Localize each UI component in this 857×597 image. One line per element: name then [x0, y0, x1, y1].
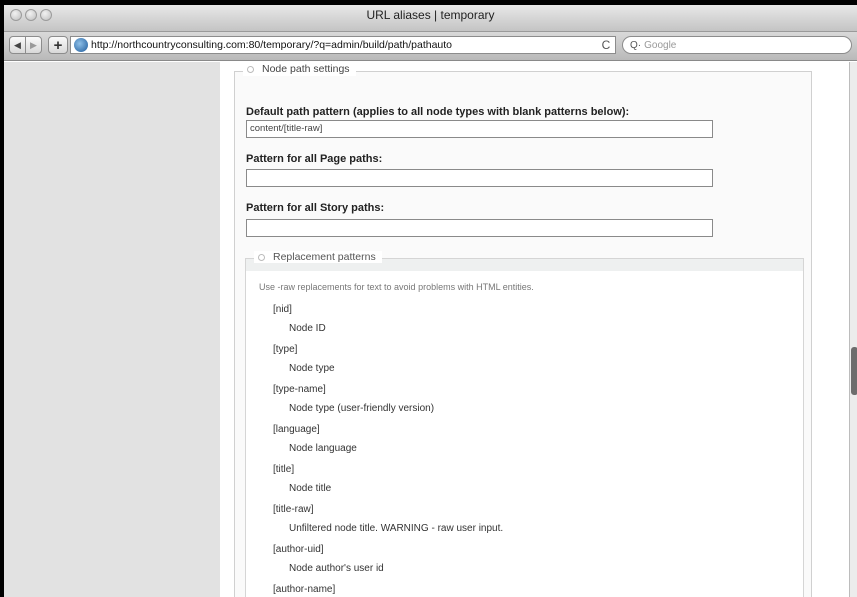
page-pattern-label: Pattern for all Page paths: — [246, 153, 383, 165]
search-field[interactable]: Q· Google — [622, 36, 852, 54]
token-description: Node language — [289, 443, 357, 454]
plus-icon: + — [53, 36, 63, 54]
token-label: [type-name] — [273, 384, 326, 395]
forward-arrow-icon: ▶ — [30, 39, 37, 50]
vertical-scrollbar[interactable] — [849, 62, 857, 597]
reload-icon[interactable]: C — [597, 38, 615, 52]
default-pattern-input[interactable]: content/[title-raw] — [246, 120, 713, 138]
title-bar: URL aliases | temporary — [4, 5, 857, 32]
collapse-bullet-icon — [258, 253, 265, 261]
address-bar[interactable]: http://northcountryconsulting.com:80/tem… — [70, 36, 616, 54]
replacement-patterns-legend[interactable]: Replacement patterns — [254, 251, 382, 263]
token-label: [language] — [273, 424, 320, 435]
token-label: [title-raw] — [273, 504, 314, 515]
page-viewport: Node path settings Default path pattern … — [4, 62, 849, 597]
token-label: [author-name] — [273, 584, 336, 595]
token-label: [nid] — [273, 304, 292, 315]
token-description: Node ID — [289, 323, 326, 334]
search-icon: Q· — [630, 39, 642, 51]
browser-window: URL aliases | temporary ◀ ▶ + http://nor… — [4, 5, 857, 597]
token-description: Node type (user-friendly version) — [289, 403, 435, 414]
page-pattern-input[interactable] — [246, 169, 713, 187]
globe-icon — [74, 38, 88, 52]
node-path-settings-legend[interactable]: Node path settings — [243, 62, 356, 76]
add-bookmark-button[interactable]: + — [48, 36, 68, 54]
browser-toolbar: ◀ ▶ + http://northcountryconsulting.com:… — [4, 32, 857, 61]
back-button[interactable]: ◀ — [9, 36, 26, 54]
default-pattern-label: Default path pattern (applies to all nod… — [246, 106, 630, 118]
token-description: Node title — [289, 483, 332, 494]
window-title: URL aliases | temporary — [366, 8, 495, 22]
back-arrow-icon: ◀ — [14, 39, 21, 50]
token-label: [title] — [273, 464, 295, 475]
token-description: Node type — [289, 363, 335, 374]
collapse-bullet-icon — [247, 65, 254, 73]
url-text[interactable]: http://northcountryconsulting.com:80/tem… — [91, 39, 597, 51]
token-description: Node author's user id — [289, 563, 384, 574]
legend-text: Replacement patterns — [273, 251, 376, 263]
forward-button[interactable]: ▶ — [25, 36, 42, 54]
story-pattern-input[interactable] — [246, 219, 713, 237]
legend-text: Node path settings — [262, 63, 350, 75]
scrollbar-thumb[interactable] — [851, 347, 857, 395]
story-pattern-label: Pattern for all Story paths: — [246, 202, 385, 214]
replacement-patterns-fieldset — [245, 258, 804, 597]
token-label: [author-uid] — [273, 544, 324, 555]
token-label: [type] — [273, 344, 298, 355]
search-placeholder[interactable]: Google — [644, 40, 676, 51]
replacement-description: Use -raw replacements for text to avoid … — [259, 282, 534, 292]
sidebar — [4, 62, 220, 597]
token-description: Unfiltered node title. WARNING - raw use… — [289, 523, 504, 534]
